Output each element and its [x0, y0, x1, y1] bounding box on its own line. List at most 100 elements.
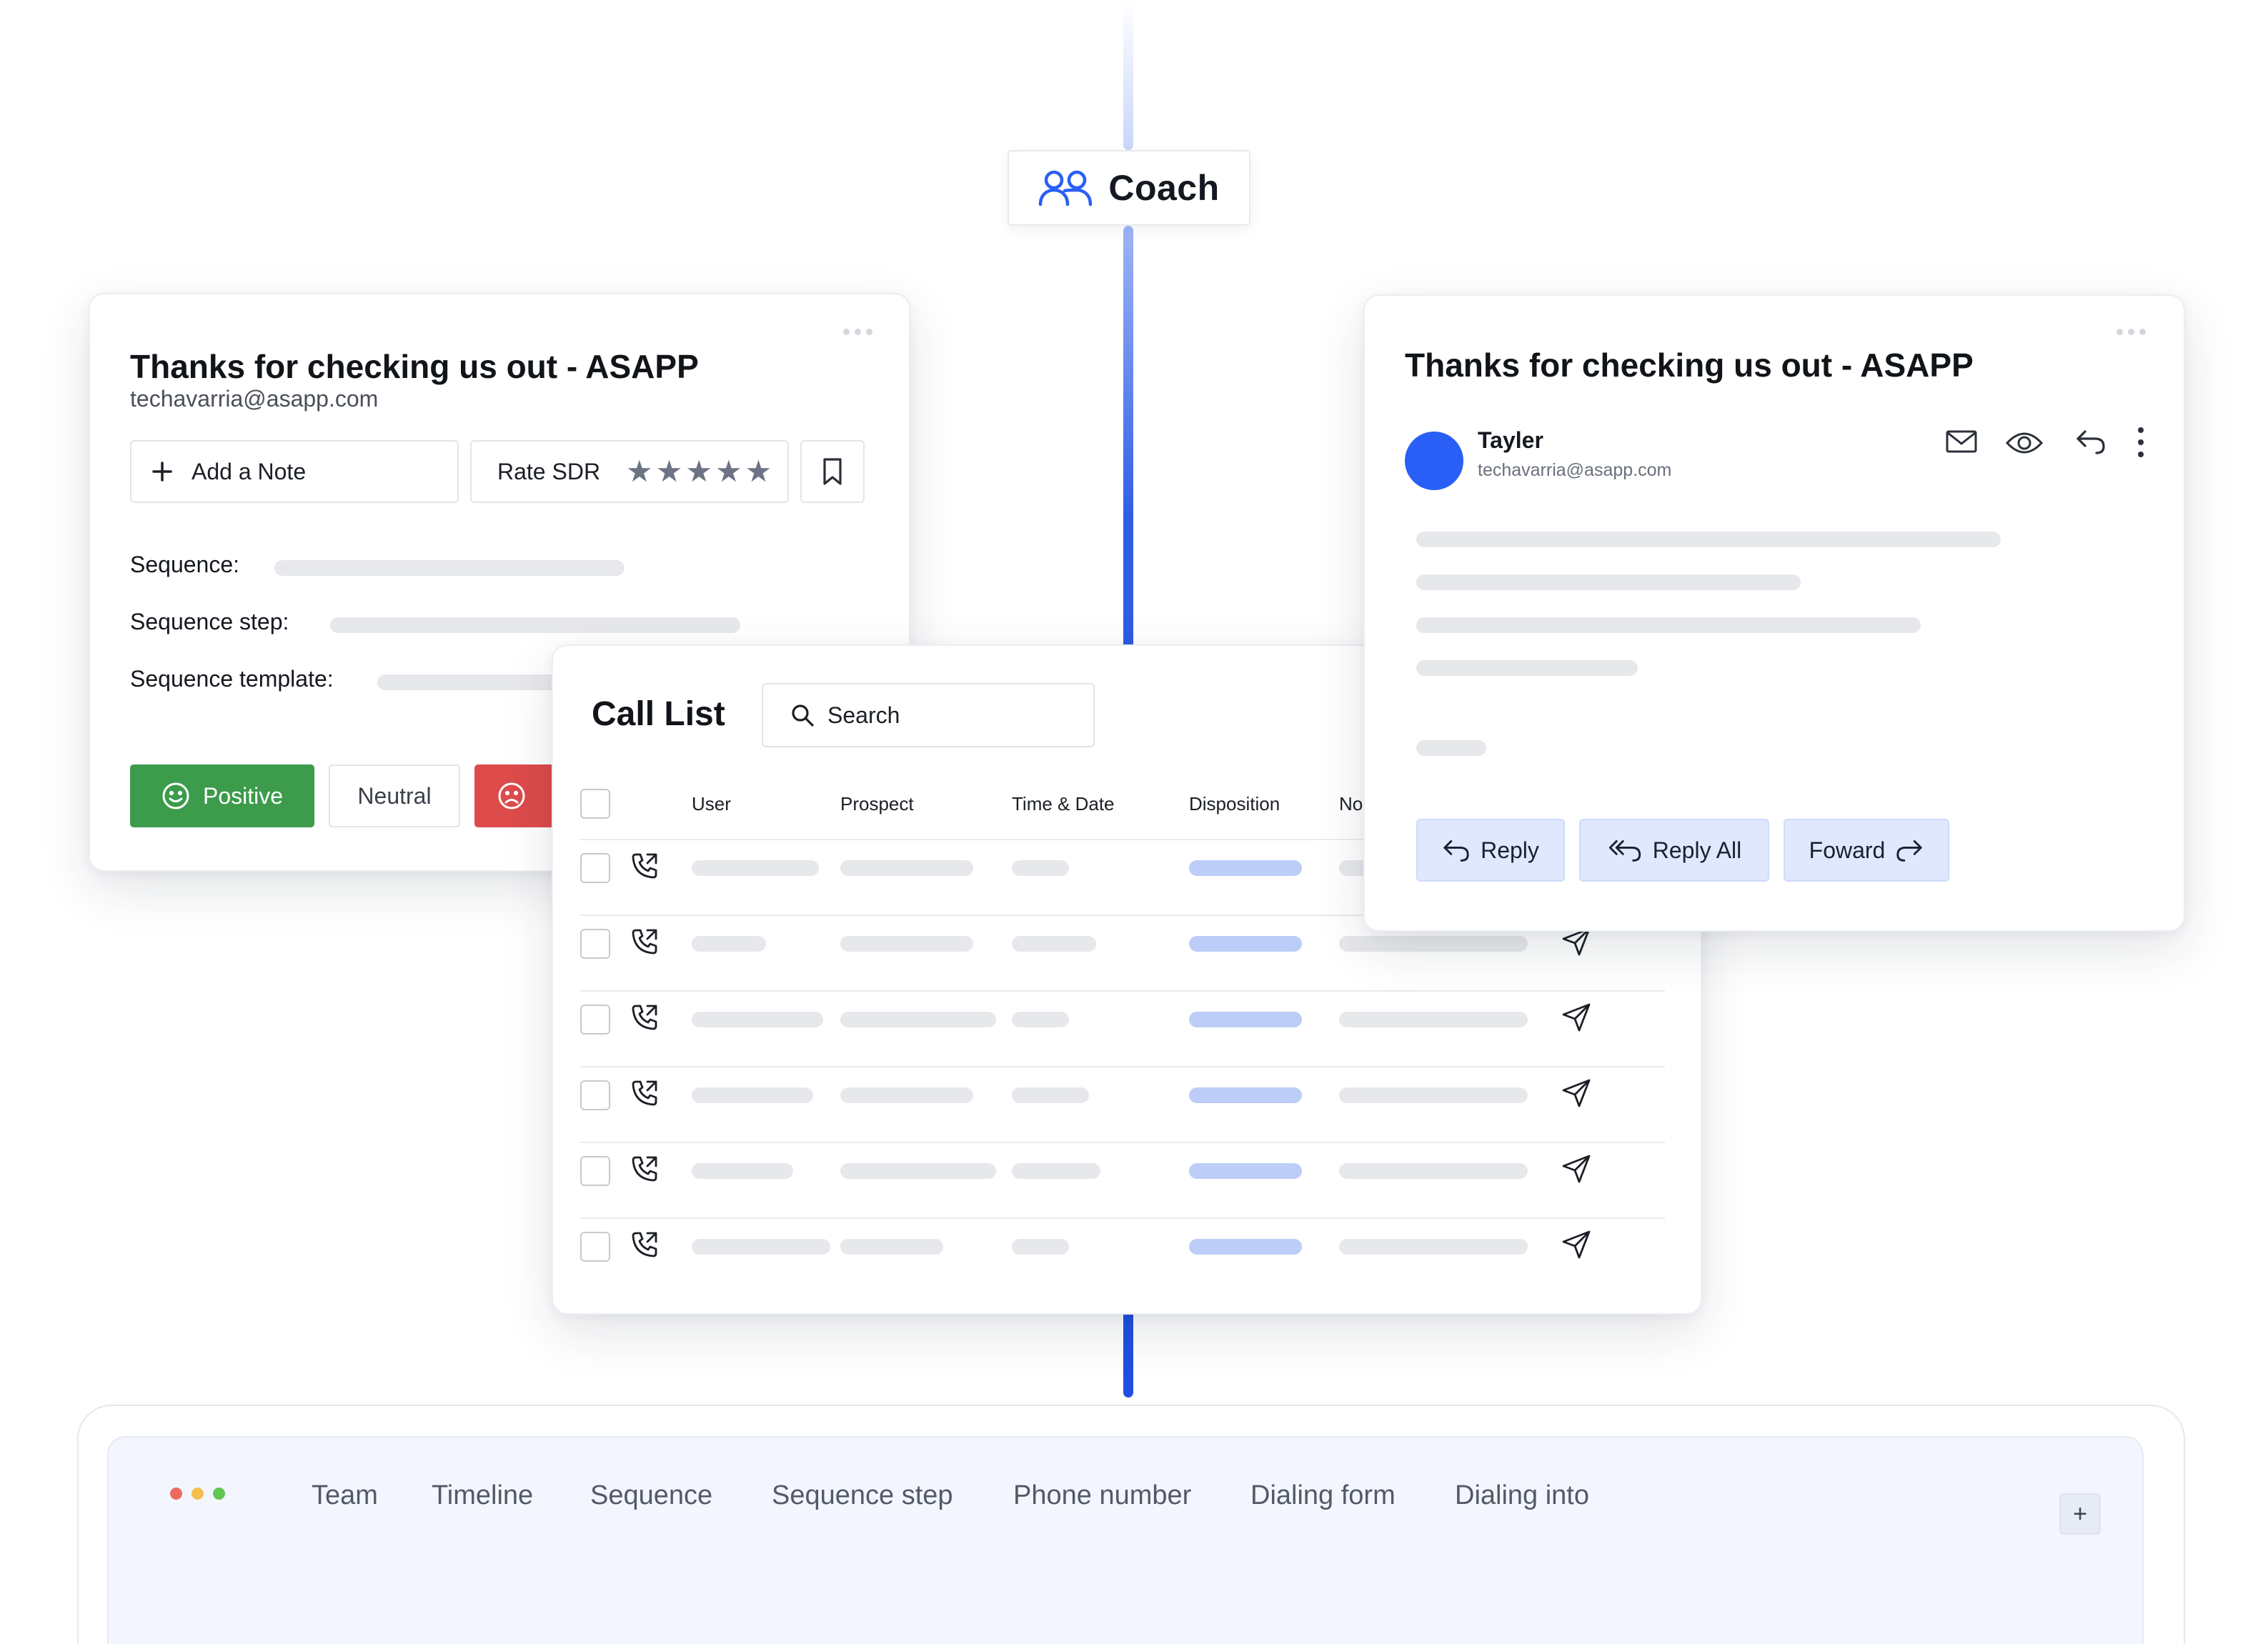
- reply-label: Reply: [1481, 837, 1539, 863]
- eye-icon[interactable]: [2005, 429, 2044, 457]
- send-icon[interactable]: [1561, 1002, 1592, 1037]
- time-date-placeholder: [1012, 1012, 1069, 1027]
- time-date-placeholder: [1012, 936, 1096, 952]
- row-checkbox[interactable]: [580, 1080, 610, 1110]
- add-note-button[interactable]: Add a Note: [130, 440, 459, 503]
- window-minimize-dot[interactable]: [192, 1488, 204, 1500]
- column-header-user[interactable]: User: [692, 793, 731, 815]
- tab-sequence-step[interactable]: Sequence step: [772, 1480, 953, 1511]
- send-icon[interactable]: [1561, 1077, 1592, 1112]
- notes-placeholder: [1339, 1163, 1528, 1179]
- phone-outgoing-icon[interactable]: [630, 852, 659, 884]
- select-all-checkbox[interactable]: [580, 789, 610, 819]
- row-divider: [580, 1142, 1665, 1143]
- row-checkbox[interactable]: [580, 1005, 610, 1035]
- reply-all-button[interactable]: Reply All: [1579, 819, 1769, 882]
- reply-button[interactable]: Reply: [1416, 819, 1565, 882]
- email-subject: Thanks for checking us out - ASAPP: [130, 348, 699, 385]
- notes-placeholder: [1339, 1012, 1528, 1027]
- sequence-step-value-placeholder: [330, 617, 740, 633]
- time-date-placeholder: [1012, 1163, 1100, 1179]
- prospect-placeholder: [840, 1163, 996, 1179]
- sequence-step-label: Sequence step:: [130, 609, 289, 634]
- user-placeholder: [692, 1087, 813, 1103]
- column-header-disposition[interactable]: Disposition: [1189, 793, 1280, 815]
- dialer-panel: [107, 1436, 2144, 1644]
- send-icon[interactable]: [1561, 1229, 1592, 1264]
- search-placeholder: Search: [827, 702, 900, 728]
- star-icon[interactable]: ★: [685, 457, 712, 487]
- positive-button[interactable]: Positive: [130, 764, 314, 827]
- row-checkbox[interactable]: [580, 929, 610, 959]
- reply-icon[interactable]: [2075, 427, 2107, 456]
- forward-icon: [1896, 840, 1922, 862]
- prospect-placeholder: [840, 1239, 943, 1255]
- sender-email: techavarria@asapp.com: [1478, 460, 1672, 480]
- rate-sdr-label: Rate SDR: [497, 458, 601, 484]
- user-placeholder: [692, 1239, 830, 1255]
- user-placeholder: [692, 936, 766, 952]
- row-checkbox[interactable]: [580, 853, 610, 883]
- tab-dialing-form[interactable]: Dialing form: [1250, 1480, 1396, 1511]
- phone-outgoing-icon[interactable]: [630, 1230, 659, 1262]
- phone-outgoing-icon[interactable]: [630, 927, 659, 960]
- coach-pill[interactable]: Coach: [1008, 150, 1250, 226]
- send-icon[interactable]: [1561, 1153, 1592, 1188]
- user-placeholder: [692, 1012, 823, 1027]
- mail-icon[interactable]: [1945, 429, 1978, 454]
- search-input[interactable]: Search: [762, 683, 1095, 747]
- bookmark-button[interactable]: [800, 440, 865, 503]
- notes-placeholder: [1339, 1239, 1528, 1255]
- more-options-icon[interactable]: [2117, 329, 2146, 335]
- positive-label: Positive: [202, 782, 284, 809]
- prospect-placeholder: [840, 936, 973, 952]
- star-icon[interactable]: ★: [626, 457, 653, 487]
- tab-phone-number[interactable]: Phone number: [1013, 1480, 1191, 1511]
- add-tab-button[interactable]: +: [2059, 1493, 2101, 1535]
- time-date-placeholder: [1012, 1239, 1069, 1255]
- sequence-template-label: Sequence template:: [130, 666, 334, 692]
- rating-stars[interactable]: ★ ★ ★ ★ ★: [626, 457, 772, 487]
- neutral-button[interactable]: Neutral: [329, 764, 460, 827]
- more-vertical-icon[interactable]: [2137, 426, 2145, 459]
- email-subject: Thanks for checking us out - ASAPP: [1405, 347, 1974, 384]
- more-options-icon[interactable]: [843, 329, 872, 335]
- column-header-time-date[interactable]: Time & Date: [1012, 793, 1115, 815]
- row-checkbox[interactable]: [580, 1156, 610, 1186]
- user-placeholder: [692, 860, 819, 876]
- coach-label: Coach: [1108, 168, 1220, 208]
- phone-outgoing-icon[interactable]: [630, 1079, 659, 1111]
- bookmark-icon: [823, 458, 842, 485]
- row-divider: [580, 1217, 1665, 1219]
- star-icon[interactable]: ★: [656, 457, 683, 487]
- column-header-notes[interactable]: No: [1339, 793, 1363, 815]
- notes-placeholder: [1339, 936, 1528, 952]
- phone-outgoing-icon[interactable]: [630, 1003, 659, 1035]
- window-close-dot[interactable]: [170, 1488, 182, 1500]
- row-checkbox[interactable]: [580, 1232, 610, 1262]
- disposition-placeholder: [1189, 1163, 1302, 1179]
- star-icon[interactable]: ★: [745, 457, 772, 487]
- tab-dialing-into[interactable]: Dialing into: [1455, 1480, 1589, 1511]
- rate-sdr-button[interactable]: Rate SDR ★ ★ ★ ★ ★: [470, 440, 789, 503]
- tab-team[interactable]: Team: [312, 1480, 378, 1511]
- tab-sequence[interactable]: Sequence: [590, 1480, 712, 1511]
- disposition-placeholder: [1189, 1012, 1302, 1027]
- prospect-email: techavarria@asapp.com: [130, 386, 379, 412]
- plus-icon: [152, 462, 172, 482]
- star-icon[interactable]: ★: [715, 457, 742, 487]
- sequence-value-placeholder: [274, 560, 625, 576]
- phone-outgoing-icon[interactable]: [630, 1155, 659, 1187]
- tab-timeline[interactable]: Timeline: [432, 1480, 533, 1511]
- time-date-placeholder: [1012, 1087, 1089, 1103]
- column-header-prospect[interactable]: Prospect: [840, 793, 914, 815]
- timeline-line-top: [1123, 0, 1133, 150]
- reply-icon: [1443, 840, 1469, 862]
- message-line-placeholder: [1416, 660, 1638, 676]
- forward-button[interactable]: Foward: [1784, 819, 1949, 882]
- notes-placeholder: [1339, 1087, 1528, 1103]
- window-maximize-dot[interactable]: [213, 1488, 225, 1500]
- frown-icon: [498, 782, 525, 809]
- message-line-placeholder: [1416, 532, 2001, 547]
- sender-name: Tayler: [1478, 427, 1543, 453]
